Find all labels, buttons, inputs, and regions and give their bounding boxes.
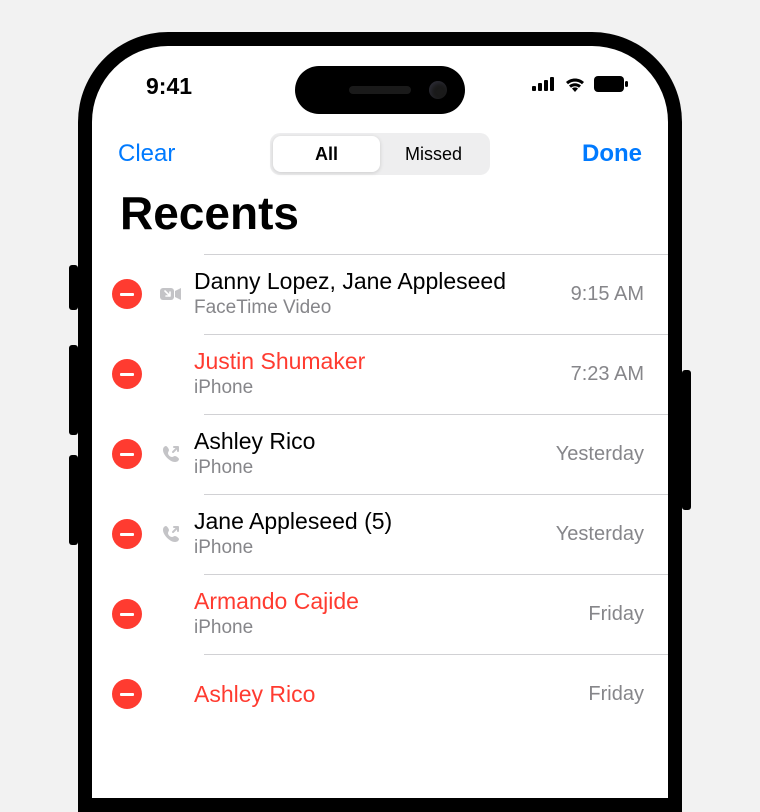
call-name: Ashley Rico	[194, 427, 546, 456]
call-name: Jane Appleseed (5)	[194, 507, 546, 536]
delete-button[interactable]	[112, 679, 142, 709]
call-name: Ashley Rico	[194, 680, 578, 709]
tab-all[interactable]: All	[273, 136, 380, 172]
call-name: Danny Lopez, Jane Appleseed	[194, 267, 561, 296]
call-row[interactable]: Ashley RicoiPhone Yesterday	[112, 414, 668, 494]
recents-list: Danny Lopez, Jane AppleseedFaceTime Vide…	[92, 254, 668, 734]
delete-button[interactable]	[112, 439, 142, 469]
call-subtitle: iPhone	[194, 376, 561, 401]
call-subtitle: iPhone	[194, 456, 546, 481]
clear-button[interactable]: Clear	[118, 140, 208, 168]
call-time: 9:15 AM	[571, 283, 644, 306]
call-subtitle: iPhone	[194, 536, 546, 561]
delete-button[interactable]	[112, 359, 142, 389]
call-time: 7:23 AM	[571, 363, 644, 386]
call-row[interactable]: Armando CajideiPhone Friday	[112, 574, 668, 654]
segmented-control[interactable]: All Missed	[270, 133, 490, 175]
call-row[interactable]: Justin ShumakeriPhone 7:23 AM	[112, 334, 668, 414]
delete-button[interactable]	[112, 279, 142, 309]
call-row[interactable]: Jane Appleseed (5)iPhone Yesterday	[112, 494, 668, 574]
delete-button[interactable]	[112, 519, 142, 549]
battery-icon	[594, 76, 628, 97]
outgoing-call-icon	[158, 444, 184, 464]
call-name: Justin Shumaker	[194, 347, 561, 376]
device-frame: 9:41 Clear All Missed Done Recents	[78, 32, 682, 812]
signal-icon	[532, 77, 556, 96]
page-title: Recents	[92, 182, 668, 254]
nav-bar: Clear All Missed Done	[92, 126, 668, 182]
call-row[interactable]: Danny Lopez, Jane AppleseedFaceTime Vide…	[112, 254, 668, 334]
call-name: Armando Cajide	[194, 587, 578, 616]
status-time: 9:41	[146, 73, 192, 100]
screen: 9:41 Clear All Missed Done Recents	[92, 46, 668, 798]
call-subtitle: FaceTime Video	[194, 296, 561, 321]
outgoing-call-icon	[158, 524, 184, 544]
call-time: Yesterday	[556, 523, 644, 546]
tab-missed[interactable]: Missed	[380, 136, 487, 172]
call-time: Friday	[588, 683, 644, 706]
wifi-icon	[564, 76, 586, 97]
notch	[295, 66, 465, 114]
call-subtitle: iPhone	[194, 616, 578, 641]
call-time: Friday	[588, 603, 644, 626]
delete-button[interactable]	[112, 599, 142, 629]
video-icon	[158, 286, 184, 302]
call-time: Yesterday	[556, 443, 644, 466]
done-button[interactable]: Done	[552, 140, 642, 168]
call-row[interactable]: Ashley Rico Friday	[112, 654, 668, 734]
